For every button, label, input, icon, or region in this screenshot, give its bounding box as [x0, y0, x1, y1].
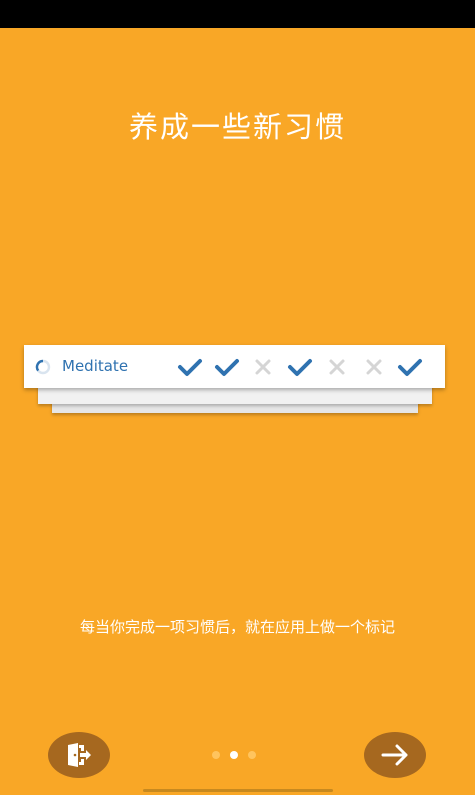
- page-dot-1: [212, 751, 220, 759]
- arrow-right-icon: [381, 744, 408, 766]
- progress-ring-icon: [35, 359, 51, 375]
- cross-icon: [366, 359, 381, 375]
- page-dot-3: [248, 751, 256, 759]
- onboarding-description: 每当你完成一项习惯后，就在应用上做一个标记: [79, 618, 395, 636]
- cross-icon: [255, 359, 271, 375]
- check-icon: [178, 359, 202, 376]
- next-button[interactable]: [364, 732, 426, 778]
- status-bar: [0, 0, 475, 28]
- habit-name: Meditate: [62, 357, 129, 375]
- check-icon: [214, 359, 239, 376]
- skip-button[interactable]: [48, 732, 110, 778]
- habit-card-illustration: Meditate: [24, 345, 445, 388]
- page-dot-2: [230, 751, 238, 759]
- page-indicator: [212, 751, 258, 759]
- exit-door-icon: [68, 743, 91, 767]
- check-icon: [288, 359, 313, 376]
- cross-icon: [329, 359, 345, 375]
- page-title: 养成一些新习惯: [128, 110, 346, 144]
- home-indicator: [143, 789, 333, 792]
- check-icon: [398, 359, 423, 376]
